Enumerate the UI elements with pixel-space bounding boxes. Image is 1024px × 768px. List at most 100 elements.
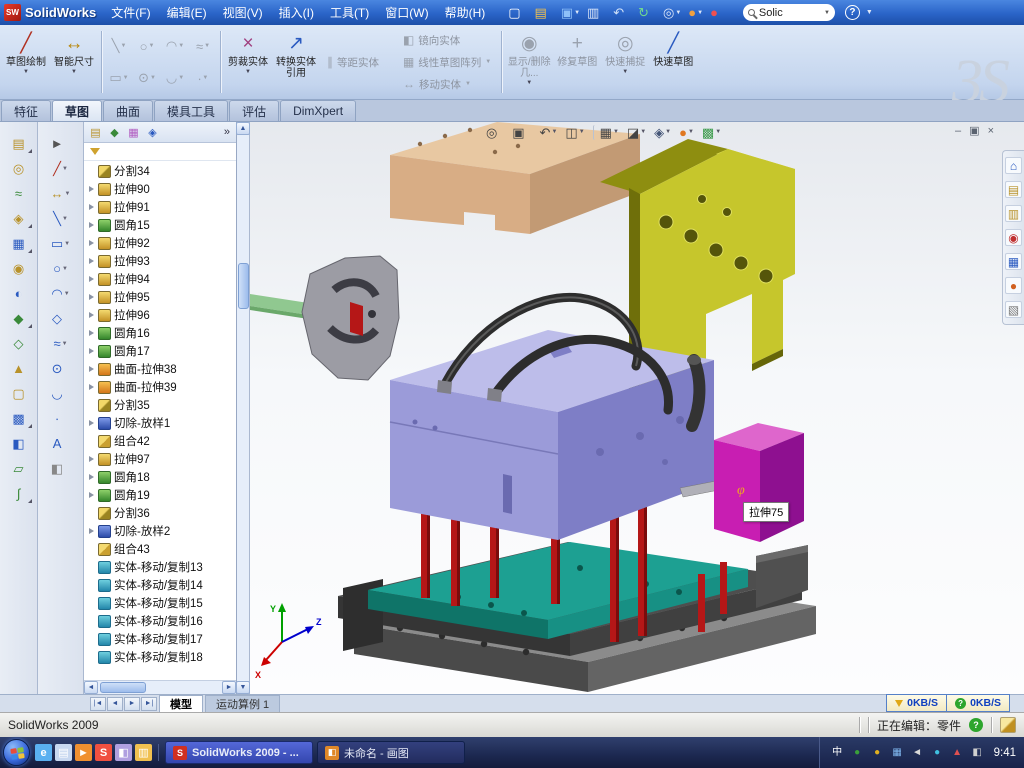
expand-arrow-icon[interactable] — [88, 492, 95, 499]
last-tab-button[interactable]: ►| — [141, 697, 157, 711]
fillet-icon[interactable]: ◆ — [4, 307, 34, 330]
tab-evaluate[interactable]: 评估 — [229, 100, 279, 121]
tree-item[interactable]: 分割34 — [84, 162, 236, 180]
tree-item[interactable]: 组合42 — [84, 432, 236, 450]
expand-arrow-icon[interactable] — [88, 348, 95, 355]
tree-item[interactable]: 拉伸95 — [84, 288, 236, 306]
trim-entities-button[interactable]: × 剪裁实体 ▼ — [224, 28, 272, 96]
view-orientation-icon[interactable]: ▦ ▼ — [593, 125, 622, 140]
volume-icon[interactable]: ◄ — [910, 745, 925, 760]
tree-filter-row[interactable] — [84, 143, 236, 161]
task-solidworks[interactable]: S SolidWorks 2009 - ... — [165, 741, 313, 764]
close-doc-icon[interactable]: × — [988, 123, 994, 139]
tree-item[interactable]: 圆角19 — [84, 486, 236, 504]
hole-wizard-icon[interactable]: ◉ — [4, 257, 34, 280]
point-icon[interactable]: ∙ ▼ — [46, 407, 76, 430]
reference-plane-icon[interactable]: ▱ — [4, 457, 34, 480]
scrollbar-thumb[interactable] — [100, 682, 146, 693]
internet-explorer-icon[interactable]: e — [35, 744, 52, 761]
folder-launcher-icon[interactable]: ▥ — [135, 744, 152, 761]
open-file-icon[interactable]: ▤ ▼ — [533, 3, 556, 23]
media-player-icon[interactable]: ► — [75, 744, 92, 761]
sketch-button[interactable]: ╱ 草图绘制 ▼ — [2, 28, 50, 96]
network-icon[interactable]: ▦ — [890, 745, 905, 760]
edit-appearance-icon[interactable]: ● ▼ — [676, 125, 697, 140]
expand-arrow-icon[interactable] — [88, 294, 95, 301]
tree-item[interactable]: 分割35 — [84, 396, 236, 414]
display-delete-relations-button[interactable]: ◉ 显示/删除几... ▼ — [505, 28, 553, 96]
text-icon[interactable]: A ▼ — [46, 432, 76, 455]
tree-item[interactable]: 圆角17 — [84, 342, 236, 360]
tree-item[interactable]: 拉伸92 — [84, 234, 236, 252]
chamfer-icon[interactable]: ◇ — [4, 332, 34, 355]
monitor-help-icon[interactable]: ? — [955, 698, 966, 709]
tree-item[interactable]: 拉伸93 — [84, 252, 236, 270]
apply-scene-icon[interactable]: ▩ ▼ — [699, 125, 724, 140]
section-view-icon[interactable]: ◫ ▼ — [562, 125, 587, 140]
circle-icon[interactable]: ○ ▼ — [46, 257, 76, 280]
revolved-boss-icon[interactable]: ◎ — [4, 157, 34, 180]
mirror-entities-button[interactable]: ◧ 镜向实体 ▼ — [399, 30, 495, 50]
model-tab[interactable]: 模型 — [159, 695, 203, 712]
rectangle-icon[interactable]: ▭ ▼ — [46, 232, 76, 255]
scroll-right-icon[interactable]: ► — [222, 681, 236, 694]
mirror-feature-icon[interactable]: ◧ — [4, 432, 34, 455]
save-icon[interactable]: ▣ ▼ — [559, 3, 582, 23]
menu-item[interactable]: 编辑(E) — [160, 1, 214, 24]
graphics-viewport[interactable]: ◎ ▼ ▣ ▼ ↶ ▼ ◫ ▼ — [250, 122, 1024, 694]
insert-block-part[interactable]: φ — [714, 423, 804, 542]
tab-sketch[interactable]: 草图 — [52, 100, 102, 121]
expand-arrow-icon[interactable] — [88, 240, 95, 247]
zoom-fit-icon[interactable]: ◎ ▼ — [483, 125, 507, 140]
scroll-down-icon[interactable]: ▼ — [236, 681, 250, 694]
lofted-boss-icon[interactable]: ◈ — [4, 207, 34, 230]
helix-curve-icon[interactable]: ∫ — [4, 482, 34, 505]
document-recovery-icon[interactable]: ▧ — [1005, 301, 1022, 318]
core-block-part[interactable] — [390, 330, 714, 540]
shell-icon[interactable]: ▢ — [4, 382, 34, 405]
swept-boss-icon[interactable]: ≈ — [4, 182, 34, 205]
show-desktop-icon[interactable]: ▤ — [55, 744, 72, 761]
tree-item[interactable]: 分割36 — [84, 504, 236, 522]
rebuild-icon[interactable]: ↻ ▼ — [636, 3, 658, 23]
options-icon[interactable]: ◎ ▼ — [661, 3, 683, 23]
print-icon[interactable]: ▥ ▼ — [585, 3, 608, 23]
dimxpertmanager-tab-icon[interactable]: ◈ — [144, 124, 161, 140]
appearances-scenes-icon[interactable]: ● — [1005, 277, 1022, 294]
macro-record-icon[interactable]: ● ▼ — [708, 3, 727, 23]
smart-dimension-icon[interactable]: ↔ ▼ — [46, 182, 76, 205]
menu-item[interactable]: 插入(I) — [272, 1, 321, 24]
featuremanager-tab-icon[interactable]: ▤ — [87, 124, 104, 140]
menu-item[interactable]: 帮助(H) — [438, 1, 493, 24]
search-input[interactable]: Solic ▼ — [743, 4, 835, 21]
expand-arrow-icon[interactable] — [88, 330, 95, 337]
extruded-boss-icon[interactable]: ▤ — [4, 132, 34, 155]
tree-item[interactable]: 切除-放样2 — [84, 522, 236, 540]
tree-horizontal-scrollbar[interactable]: ◄ ► — [84, 680, 236, 694]
motion-study-tab[interactable]: 运动算例 1 — [205, 695, 280, 712]
tangent-arc-tool-button[interactable]: ◡ ▼ — [161, 62, 189, 94]
tree-item[interactable]: 圆角18 — [84, 468, 236, 486]
expand-arrow-icon[interactable] — [88, 420, 95, 427]
arc-tool-button[interactable]: ◠ ▼ — [161, 30, 189, 62]
scroll-left-icon[interactable]: ◄ — [84, 681, 98, 694]
display-style-icon[interactable]: ◪ ▼ — [624, 125, 649, 140]
antivirus-icon[interactable]: ● — [850, 745, 865, 760]
tree-item[interactable]: 拉伸94 — [84, 270, 236, 288]
linear-pattern-icon[interactable]: ▩ — [4, 407, 34, 430]
expand-arrow-icon[interactable] — [88, 384, 95, 391]
minimize-doc-icon[interactable]: – — [955, 123, 961, 139]
search-dropdown-icon[interactable]: ▼ — [824, 10, 830, 16]
zoom-area-icon[interactable]: ▣ ▼ — [509, 125, 534, 140]
tree-item[interactable]: 拉伸90 — [84, 180, 236, 198]
cavity-insert-part[interactable] — [302, 256, 399, 380]
tab-mold-tools[interactable]: 模具工具 — [154, 100, 228, 121]
offset-entities-button[interactable]: ∥ 等距实体 ▼ — [323, 52, 393, 72]
line-icon[interactable]: ╲ ▼ — [46, 207, 76, 230]
custom-properties-icon[interactable]: ▦ — [1005, 253, 1022, 270]
messenger-icon[interactable]: ● — [930, 745, 945, 760]
quick-snaps-button[interactable]: ◎ 快速捕捉 ▼ — [601, 28, 649, 96]
sketch-icon[interactable]: ╱ ▼ — [46, 157, 76, 180]
file-explorer-icon[interactable]: ▥ — [1005, 205, 1022, 222]
help-button[interactable]: ? — [845, 5, 860, 20]
